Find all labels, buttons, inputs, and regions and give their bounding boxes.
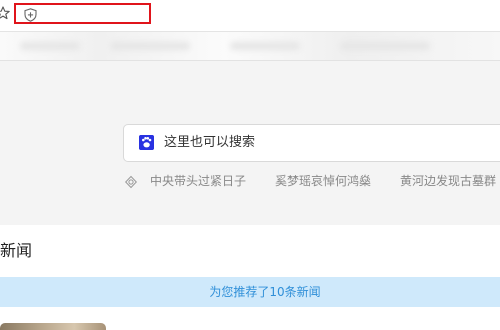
paw-icon: [139, 135, 154, 150]
star-icon[interactable]: [0, 6, 10, 20]
hot-search-item-1[interactable]: 中央带头过紧日子: [150, 173, 246, 189]
search-placeholder[interactable]: 这里也可以搜索: [164, 135, 255, 151]
news-title: 新闻: [0, 241, 33, 260]
hot-search-item-3[interactable]: 黄河边发现古墓群: [400, 173, 496, 189]
hot-search-item-2[interactable]: 奚梦瑶哀悼何鸿燊: [275, 173, 371, 189]
news-thumbnail[interactable]: [0, 323, 106, 330]
eye-icon: [125, 175, 137, 189]
recommend-text[interactable]: 为您推荐了10条新闻: [0, 285, 500, 299]
highlight-box: [14, 3, 151, 24]
bookmarks-bar: [0, 32, 500, 60]
